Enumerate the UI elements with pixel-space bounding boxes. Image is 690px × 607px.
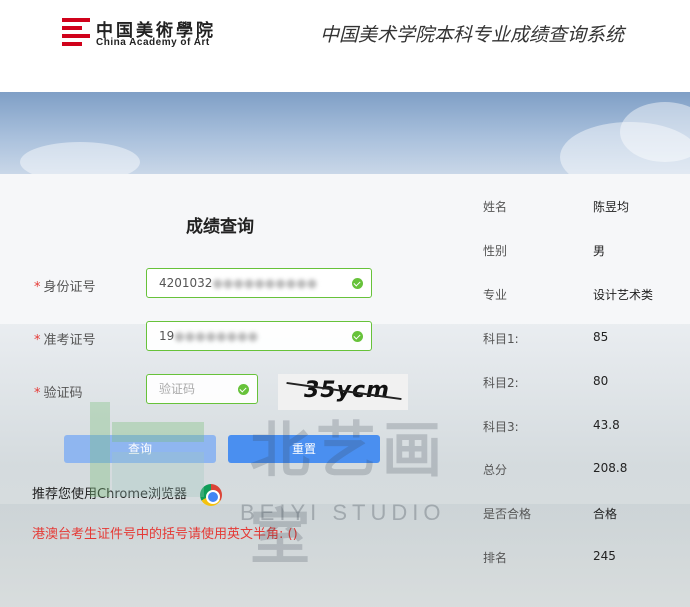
system-title: 中国美术学院本科专业成绩查询系统 [320, 24, 625, 46]
chrome-recommendation: 推荐您使用Chrome浏览器 [32, 487, 187, 502]
academy-logo[interactable]: 中国美術學院 China Academy of Art [62, 14, 262, 54]
result-label-subject3: 科目3: [483, 420, 519, 434]
banner-image [0, 92, 690, 192]
captcha-label: * 验证码 [34, 386, 83, 401]
result-value-rank: 245 [593, 549, 616, 563]
header: 中国美術學院 China Academy of Art 中国美术学院本科专业成绩… [0, 0, 690, 92]
result-value-gender: 男 [593, 244, 606, 258]
check-icon [238, 384, 249, 395]
result-label-name: 姓名 [483, 200, 508, 214]
result-value-passed: 合格 [593, 507, 618, 521]
academy-logo-icon [62, 18, 90, 46]
result-value-subject1: 85 [593, 330, 609, 344]
redacted-text: ●●●●●●●●●● [212, 276, 318, 290]
required-mark: * [34, 386, 41, 401]
result-label-passed: 是否合格 [483, 507, 532, 521]
chrome-icon [200, 484, 222, 506]
captcha-image[interactable]: 35ycm [278, 374, 408, 410]
reset-button[interactable]: 重置 [228, 435, 380, 463]
result-label-subject2: 科目2: [483, 376, 519, 390]
logo-english-name: China Academy of Art [96, 37, 210, 48]
form-title: 成绩查询 [186, 217, 254, 237]
query-panel: 成绩查询 * 身份证号 4201032●●●●●●●●●● * 准考证号 19●●●… [0, 174, 690, 607]
result-label-total: 总分 [483, 463, 508, 477]
redacted-text: ●●●●●●●● [174, 329, 259, 343]
result-value-name: 陈昱均 [593, 200, 630, 214]
id-number-input[interactable]: 4201032●●●●●●●●●● [146, 268, 372, 298]
required-mark: * [34, 333, 41, 348]
result-label-rank: 排名 [483, 551, 508, 565]
check-icon [352, 278, 363, 289]
background-water [0, 504, 690, 607]
result-label-subject1: 科目1: [483, 332, 519, 346]
captcha-input[interactable]: 验证码 [146, 374, 258, 404]
result-value-major: 设计艺术类 [593, 288, 654, 302]
check-icon [352, 331, 363, 342]
hk-macau-taiwan-note: 港澳台考生证件号中的括号请使用英文半角: () [32, 527, 298, 542]
result-value-subject2: 80 [593, 374, 609, 388]
result-value-total: 208.8 [593, 461, 628, 475]
exam-number-input[interactable]: 19●●●●●●●● [146, 321, 372, 351]
result-label-gender: 性别 [483, 244, 508, 258]
captcha-placeholder: 验证码 [159, 382, 196, 396]
result-label-major: 专业 [483, 288, 508, 302]
query-button[interactable]: 查询 [64, 435, 216, 463]
exam-number-label: * 准考证号 [34, 333, 96, 348]
required-mark: * [34, 280, 41, 295]
id-number-label: * 身份证号 [34, 280, 96, 295]
result-value-subject3: 43.8 [593, 418, 620, 432]
